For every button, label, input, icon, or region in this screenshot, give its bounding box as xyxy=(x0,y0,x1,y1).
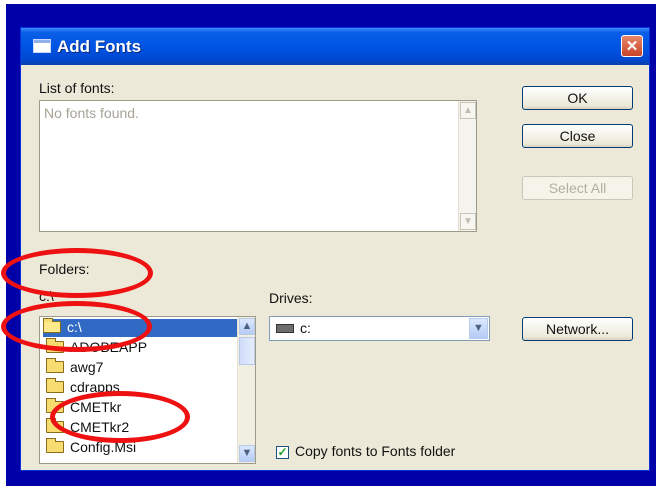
ok-button[interactable]: OK xyxy=(522,86,633,110)
network-button[interactable]: Network... xyxy=(522,317,633,341)
copy-fonts-checkbox[interactable]: ✓ xyxy=(276,446,289,459)
window-icon xyxy=(33,39,51,53)
annotation-circle-folders-label xyxy=(1,248,153,298)
folder-item[interactable]: awg7 xyxy=(46,358,104,377)
scroll-thumb[interactable] xyxy=(239,337,255,365)
folders-scrollbar[interactable]: ▲ ▼ xyxy=(237,317,255,463)
dialog-title: Add Fonts xyxy=(57,37,142,56)
scroll-up-icon[interactable]: ▲ xyxy=(239,318,255,335)
folder-item-label: awg7 xyxy=(70,359,104,375)
folder-icon xyxy=(46,358,64,373)
copy-fonts-label: Copy fonts to Fonts folder xyxy=(295,443,456,459)
fonts-list-empty-text: No fonts found. xyxy=(44,105,139,121)
close-window-button[interactable]: ✕ xyxy=(621,35,643,57)
fonts-list[interactable]: No fonts found. ▲ ▼ xyxy=(39,100,477,232)
folder-icon xyxy=(46,378,64,393)
annotation-circle-cmetkr xyxy=(50,391,190,443)
hard-drive-icon xyxy=(276,324,294,333)
scroll-down-icon[interactable]: ▼ xyxy=(460,213,476,230)
drives-label: Drives: xyxy=(269,290,313,306)
annotation-circle-root-folder xyxy=(1,301,152,352)
chevron-down-icon[interactable]: ▼ xyxy=(469,318,488,339)
list-of-fonts-label: List of fonts: xyxy=(39,80,115,96)
scroll-down-icon[interactable]: ▼ xyxy=(239,445,255,462)
scroll-up-icon[interactable]: ▲ xyxy=(460,102,476,119)
drives-selected-value: c: xyxy=(300,320,311,336)
select-all-button[interactable]: Select All xyxy=(522,176,633,200)
title-bar[interactable]: Add Fonts ✕ xyxy=(21,28,649,65)
close-button[interactable]: Close xyxy=(522,124,633,148)
folder-icon xyxy=(46,438,64,453)
drives-dropdown[interactable]: c: ▼ xyxy=(269,316,490,341)
fonts-list-scrollbar[interactable]: ▲ ▼ xyxy=(458,101,476,231)
